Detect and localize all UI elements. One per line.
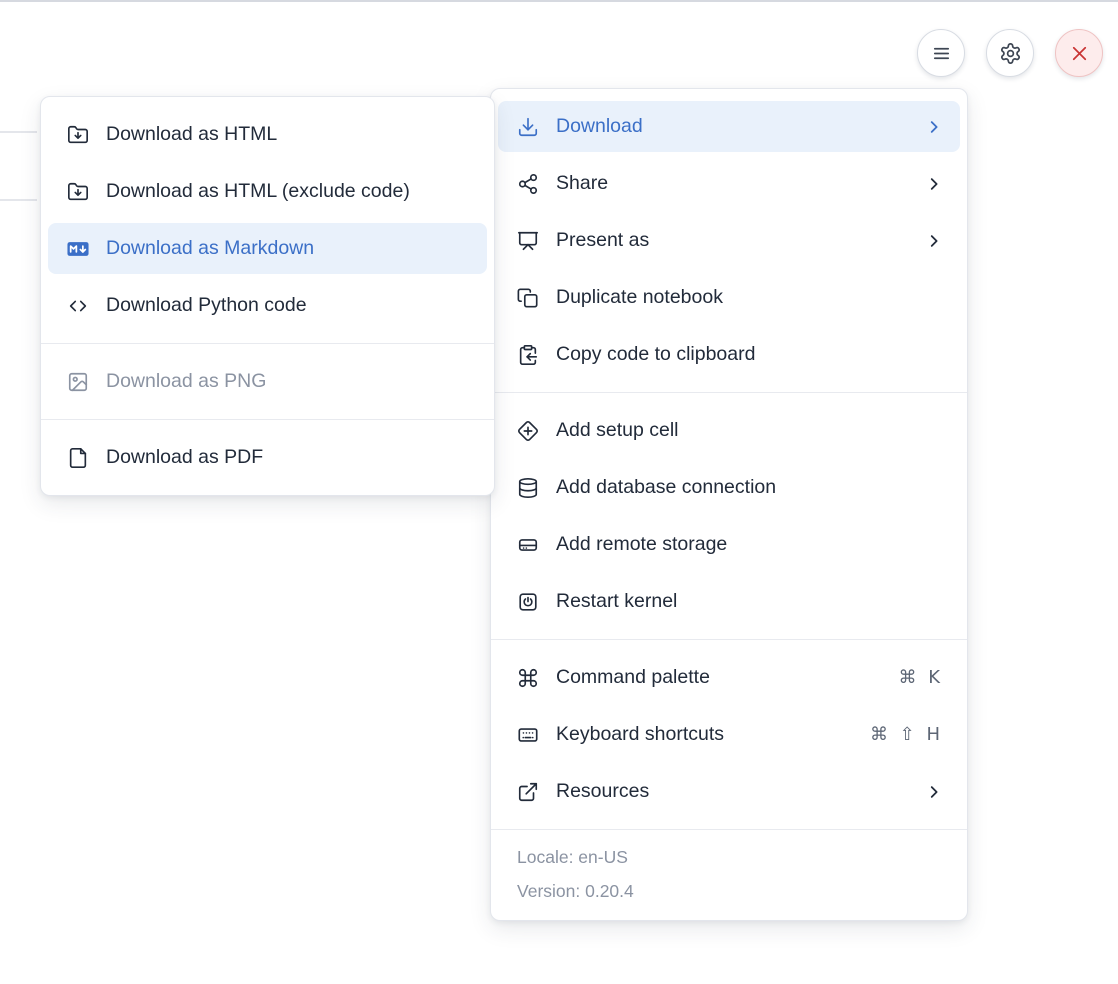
menu-item-label: Download as HTML (exclude code) [106,180,470,203]
menu-item-label: Keyboard shortcuts [556,723,853,746]
menu-item-label: Download as Markdown [106,237,470,260]
image-icon [67,371,89,393]
shortcut-hint: ⌘ ⇧ H [870,724,943,745]
menu-group: Download Share Present as Duplicate noteboo… [491,89,967,392]
menu-item-restart-kernel[interactable]: Restart kernel [491,573,967,630]
menu-item-label: Share [556,172,908,195]
settings-button[interactable] [986,29,1034,77]
version-text: Version: 0.20.4 [517,874,941,908]
locale-text: Locale: en-US [517,840,941,874]
menu-group: Add setup cell Add database connection Add… [491,393,967,639]
menu-item-add-database-connection[interactable]: Add database connection [491,459,967,516]
menu-group: Download as HTML Download as HTML (exclud… [41,97,494,343]
menu-item-label: Restart kernel [556,590,943,613]
menu-item-download-as-html[interactable]: Download as HTML [41,106,494,163]
menu-item-label: Download as PNG [106,370,470,393]
background-cell-border [0,131,37,133]
menu-item-download-as-pdf[interactable]: Download as PDF [41,429,494,486]
menu-item-download-as-markdown[interactable]: Download as Markdown [48,223,487,274]
download-icon [517,116,539,138]
power-icon [517,591,539,613]
share-icon [517,173,539,195]
menu-item-label: Copy code to clipboard [556,343,943,366]
shortcut-hint: ⌘ K [898,667,943,688]
menu-item-label: Add database connection [556,476,943,499]
external-link-icon [517,781,539,803]
file-icon [67,447,89,469]
floating-toolbar [917,29,1103,77]
keyboard-icon [517,724,539,746]
menu-item-add-remote-storage[interactable]: Add remote storage [491,516,967,573]
menu-item-label: Command palette [556,666,881,689]
notebook-menu-button[interactable] [917,29,965,77]
presentation-icon [517,230,539,252]
notebook-actions-menu: Download Share Present as Duplicate noteboo… [490,88,968,921]
menu-item-label: Add setup cell [556,419,943,442]
command-icon [517,667,539,689]
menu-item-command-palette[interactable]: Command palette ⌘ K [491,649,967,706]
page-top-border [0,0,1118,2]
diamond-plus-icon [517,420,539,442]
folder-down-icon [67,181,89,203]
close-icon [1068,42,1091,65]
chevron-right-icon [925,232,943,250]
menu-group: Download as PNG [41,344,494,419]
close-button[interactable] [1055,29,1103,77]
clipboard-copy-icon [517,344,539,366]
code-icon [67,295,89,317]
menu-item-share[interactable]: Share [491,155,967,212]
menu-group: Download as PDF [41,420,494,495]
menu-item-copy-code-to-clipboard[interactable]: Copy code to clipboard [491,326,967,383]
chevron-right-icon [925,783,943,801]
chevron-right-icon [925,175,943,193]
menu-item-download[interactable]: Download [498,101,960,152]
menu-item-label: Duplicate notebook [556,286,943,309]
menu-item-label: Present as [556,229,908,252]
menu-item-duplicate-notebook[interactable]: Duplicate notebook [491,269,967,326]
menu-item-label: Resources [556,780,908,803]
database-icon [517,477,539,499]
menu-item-label: Add remote storage [556,533,943,556]
menu-item-resources[interactable]: Resources [491,763,967,820]
background-cell-border [0,199,37,201]
download-submenu: Download as HTML Download as HTML (exclud… [40,96,495,496]
menu-group: Command palette ⌘ K Keyboard shortcuts ⌘ ⇧ … [491,640,967,829]
menu-item-keyboard-shortcuts[interactable]: Keyboard shortcuts ⌘ ⇧ H [491,706,967,763]
duplicate-icon [517,287,539,309]
markdown-icon [67,238,89,260]
menu-item-label: Download as PDF [106,446,470,469]
chevron-right-icon [925,118,943,136]
menu-item-label: Download as HTML [106,123,470,146]
menu-item-label: Download [556,115,908,138]
menu-item-label: Download Python code [106,294,470,317]
hamburger-menu-icon [930,42,953,65]
menu-item-add-setup-cell[interactable]: Add setup cell [491,402,967,459]
menu-item-download-python-code[interactable]: Download Python code [41,277,494,334]
gear-icon [999,42,1022,65]
menu-item-present-as[interactable]: Present as [491,212,967,269]
menu-item-download-as-png: Download as PNG [41,353,494,410]
menu-item-download-as-html-exclude-code[interactable]: Download as HTML (exclude code) [41,163,494,220]
folder-down-icon [67,124,89,146]
menu-footer: Locale: en-US Version: 0.20.4 [491,829,967,920]
hard-drive-icon [517,534,539,556]
